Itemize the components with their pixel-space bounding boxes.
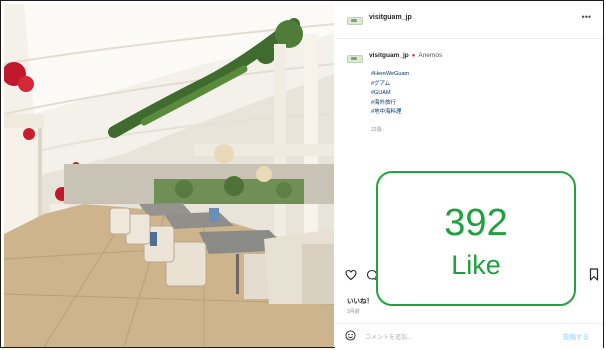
bookmark-icon[interactable] bbox=[589, 268, 599, 281]
caption-location[interactable]: Anemos bbox=[418, 52, 442, 59]
hashtag[interactable]: #GUAM bbox=[371, 89, 409, 99]
heart-icon[interactable] bbox=[345, 269, 357, 281]
verified-dot-icon: ● bbox=[411, 53, 416, 59]
comment-bar: コメントを追加... 投稿する bbox=[335, 323, 603, 349]
hashtag-list: #HereWeGuam #グアム #GUAM #海外旅行 #地中海料理 bbox=[371, 70, 409, 118]
hashtag[interactable]: #海外旅行 bbox=[371, 99, 409, 109]
likes-label[interactable]: いいね！ bbox=[347, 295, 373, 305]
comment-input[interactable]: コメントを追加... bbox=[365, 332, 412, 341]
hashtag[interactable]: #HereWeGuam bbox=[371, 70, 409, 80]
like-count: 392 bbox=[444, 202, 508, 244]
restaurant-terrace-image bbox=[4, 4, 334, 347]
account-username[interactable]: visitguam_jp bbox=[369, 14, 412, 21]
like-label: Like bbox=[451, 250, 501, 280]
more-icon[interactable]: ••• bbox=[582, 12, 591, 22]
hashtag[interactable]: #地中海料理 bbox=[371, 108, 409, 118]
account-avatar[interactable] bbox=[347, 17, 363, 25]
post-comment-button[interactable]: 投稿する bbox=[563, 331, 589, 341]
caption-header: visitguam_jp ● Anemos bbox=[369, 52, 442, 59]
emoji-icon[interactable] bbox=[345, 330, 356, 341]
caption-avatar[interactable] bbox=[347, 55, 363, 63]
like-count-badge: 392 Like bbox=[376, 171, 576, 306]
post-photo[interactable] bbox=[4, 4, 334, 347]
post-header: visitguam_jp ••• bbox=[335, 2, 603, 39]
post-date: 3月前 bbox=[347, 309, 360, 315]
caption-username[interactable]: visitguam_jp bbox=[369, 52, 409, 59]
caption-age: 22週 bbox=[371, 127, 382, 133]
hashtag[interactable]: #グアム bbox=[371, 80, 409, 90]
